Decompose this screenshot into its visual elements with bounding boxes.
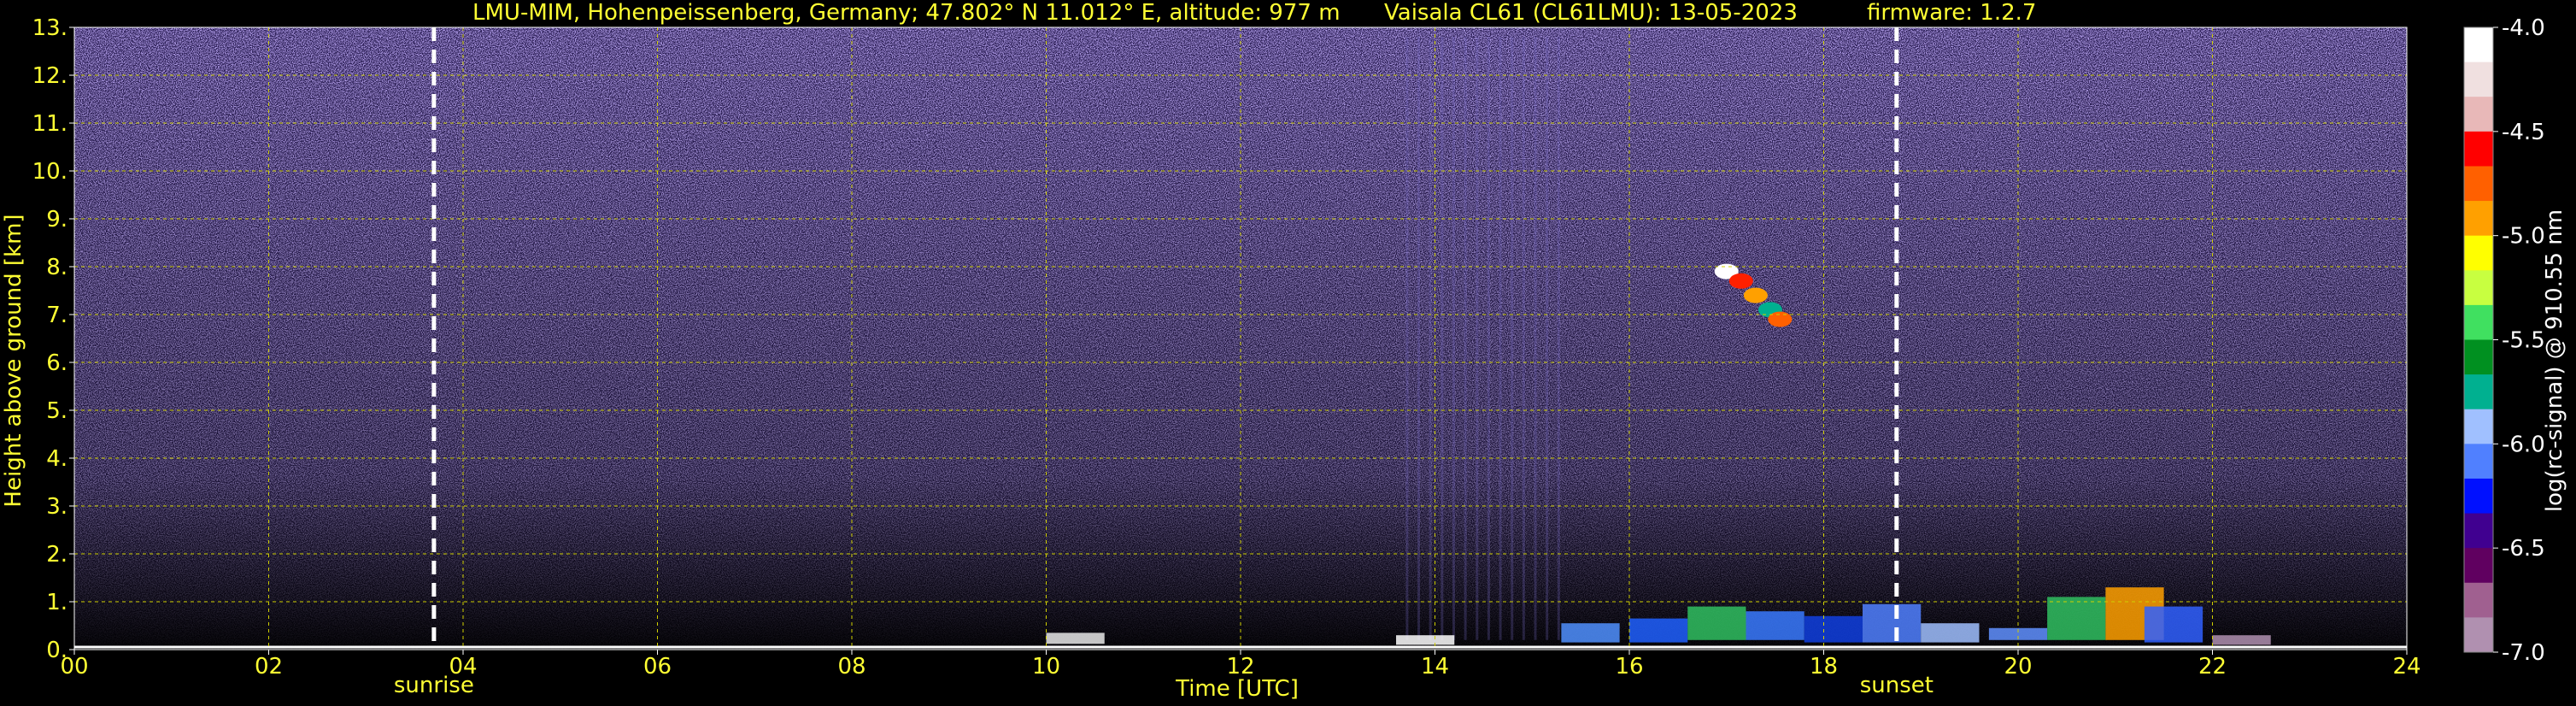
x-tick-label: 20: [2004, 654, 2032, 680]
boundary-layer-band: [1746, 611, 1804, 640]
boundary-layer-band: [1629, 618, 1688, 643]
y-tick-label: 10.: [32, 159, 67, 185]
signal-streak: [1557, 37, 1560, 640]
colorbar-segment: [2464, 166, 2493, 202]
boundary-layer-band: [1561, 623, 1620, 643]
colorbar-segment: [2464, 374, 2493, 410]
colorbar-tick-label: -6.5: [2502, 536, 2545, 562]
colorbar-segment: [2464, 339, 2493, 375]
y-tick-label: 8.: [46, 255, 67, 280]
boundary-layer-band: [2212, 635, 2271, 645]
signal-streak: [1534, 37, 1537, 640]
signal-streak: [1476, 37, 1479, 640]
signal-streak: [1405, 37, 1409, 640]
y-tick-label: 1.: [46, 590, 67, 615]
colorbar-segment: [2464, 131, 2493, 167]
y-tick-label: 13.: [32, 15, 67, 41]
colorbar-segment: [2464, 201, 2493, 237]
x-tick-label: 10: [1032, 654, 1060, 680]
high-cloud-feature: [1728, 273, 1753, 289]
ceilometer-chart: sunrise sunset 00 02 04 06 08 10 12 14 16 18 20 22 24…: [0, 0, 2576, 706]
y-tick-label: 5.: [46, 398, 67, 424]
colorbar: [2464, 27, 2493, 653]
x-tick-label: 22: [2198, 654, 2227, 680]
colorbar-label: log(rc-signal) @ 910.55 nm: [2542, 209, 2567, 512]
y-tick-label: 9.: [46, 207, 67, 232]
x-tick-label: 14: [1421, 654, 1449, 680]
colorbar-segment: [2464, 444, 2493, 479]
boundary-layer-band: [2047, 597, 2106, 640]
boundary-layer-band: [1396, 635, 1455, 645]
signal-streak: [1441, 37, 1444, 640]
signal-streak: [1546, 37, 1549, 640]
colorbar-segment: [2464, 97, 2493, 132]
colorbar-tick-label: -5.0: [2502, 224, 2545, 250]
signal-streak: [1487, 37, 1490, 640]
boundary-layer-band: [1804, 615, 1863, 643]
y-tick-label: 7.: [46, 303, 67, 328]
x-tick-label: 08: [837, 654, 866, 680]
x-tick-label: 06: [643, 654, 672, 680]
colorbar-segment: [2464, 235, 2493, 271]
y-tick-label: 3.: [46, 494, 67, 520]
colorbar-segment: [2464, 62, 2493, 97]
y-axis-label: Height above ground [km]: [1, 214, 26, 507]
boundary-layer-band: [2144, 606, 2203, 643]
y-tick-label: 0.: [46, 638, 67, 663]
boundary-layer-band: [1687, 606, 1746, 640]
colorbar-segment: [2464, 304, 2493, 340]
colorbar-segment: [2464, 478, 2493, 515]
header-instrument: Vaisala CL61 (CL61LMU): 13-05-2023: [1384, 0, 1798, 26]
y-tick-label: 4.: [46, 446, 67, 472]
event-label-sunset: sunset: [1860, 673, 1933, 698]
colorbar-tick-label: -5.5: [2502, 328, 2545, 354]
header-firmware: firmware: 1.2.7: [1867, 0, 2036, 26]
y-tick-label: 12.: [32, 63, 67, 89]
header-site: LMU-MIM, Hohenpeissenberg, Germany; 47.8…: [472, 0, 1341, 26]
colorbar-segment: [2464, 409, 2493, 444]
x-tick-label: 04: [449, 654, 477, 680]
signal-streak: [1522, 37, 1525, 640]
signal-streak: [1499, 37, 1502, 640]
signal-streak: [1452, 37, 1455, 640]
signal-streak: [1417, 37, 1421, 640]
colorbar-tick-label: -4.5: [2502, 120, 2545, 145]
high-cloud-feature: [1743, 287, 1768, 303]
x-tick-label: 24: [2392, 654, 2421, 680]
colorbar-segment: [2464, 582, 2493, 618]
y-tick-label: 6.: [46, 350, 67, 376]
colorbar-tick-label: -4.0: [2502, 15, 2545, 41]
colorbar-tick-label: -6.0: [2502, 432, 2545, 457]
x-axis-label: Time [UTC]: [1175, 676, 1299, 702]
signal-streak: [1464, 37, 1467, 640]
colorbar-tick-label: -7.0: [2502, 640, 2545, 666]
boundary-layer-band: [1863, 603, 1922, 643]
x-tick-label: 18: [1810, 654, 1838, 680]
colorbar-segment: [2464, 617, 2493, 653]
y-tick-label: 2.: [46, 542, 67, 568]
y-tick-label: 11.: [32, 111, 67, 137]
colorbar-segment: [2464, 513, 2493, 549]
signal-streak: [1511, 37, 1514, 640]
signal-streak: [1429, 37, 1432, 640]
x-tick-label: 02: [255, 654, 283, 680]
high-cloud-feature: [1768, 311, 1793, 327]
colorbar-segment: [2464, 27, 2493, 63]
boundary-layer-band: [1046, 632, 1105, 644]
colorbar-segment: [2464, 270, 2493, 306]
colorbar-segment: [2464, 548, 2493, 584]
boundary-layer-band: [1921, 623, 1980, 643]
x-tick-label: 16: [1615, 654, 1643, 680]
